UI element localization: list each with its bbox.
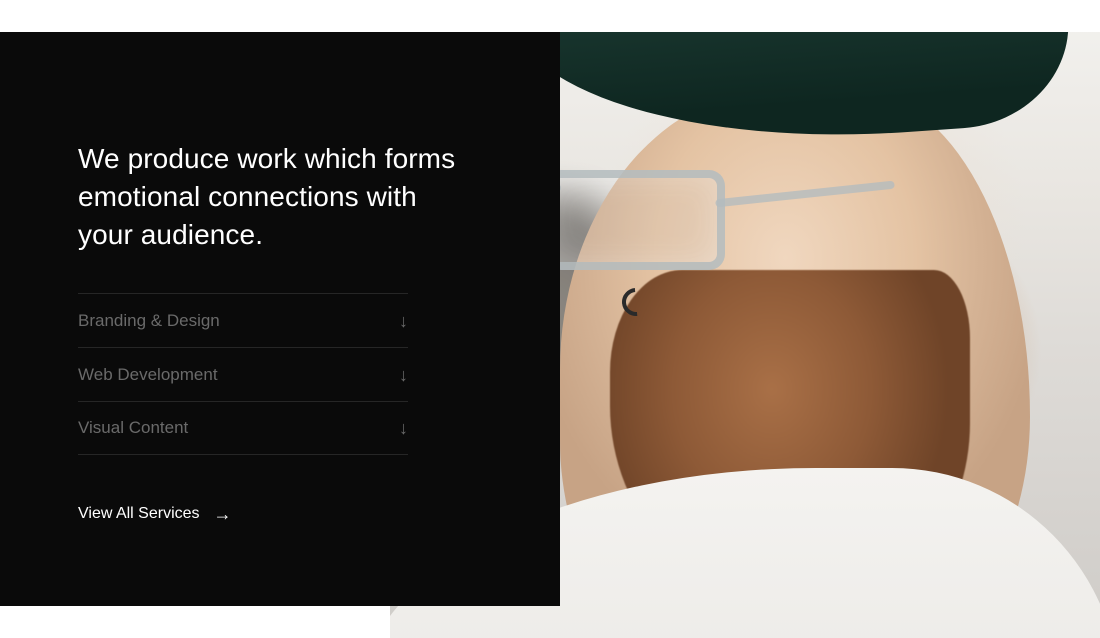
accordion-item-web-development[interactable]: Web Development ↓ — [78, 347, 408, 401]
accordion-item-branding-design[interactable]: Branding & Design ↓ — [78, 293, 408, 347]
top-white-strip — [0, 0, 1100, 32]
accordion-item-label: Branding & Design — [78, 311, 220, 331]
page-root: We produce work which forms emotional co… — [0, 0, 1100, 638]
hero-heading: We produce work which forms emotional co… — [78, 140, 458, 253]
photo-glasses-lens — [545, 170, 725, 270]
arrow-down-icon: ↓ — [399, 312, 408, 330]
arrow-down-icon: ↓ — [399, 366, 408, 384]
accordion-item-label: Web Development — [78, 365, 218, 385]
accordion-item-label: Visual Content — [78, 418, 188, 438]
arrow-right-icon: → — [214, 505, 232, 523]
view-all-services-link[interactable]: View All Services → — [78, 505, 232, 523]
services-card: We produce work which forms emotional co… — [0, 32, 560, 606]
photo-glasses — [545, 170, 755, 280]
view-all-services-label: View All Services — [78, 505, 200, 523]
accordion-item-visual-content[interactable]: Visual Content ↓ — [78, 401, 408, 455]
arrow-down-icon: ↓ — [399, 419, 408, 437]
services-accordion: Branding & Design ↓ Web Development ↓ Vi… — [78, 293, 408, 455]
